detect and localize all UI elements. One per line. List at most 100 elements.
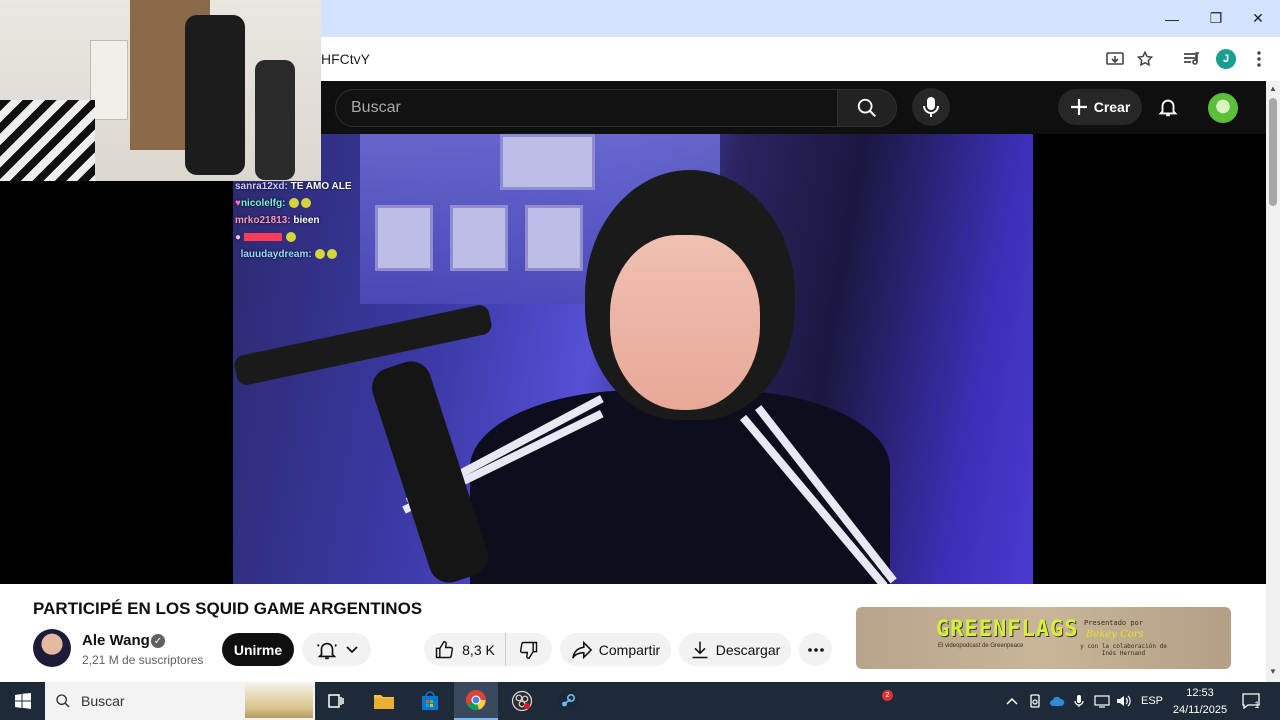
search-highlight-image [245,684,313,718]
volume-icon[interactable] [1115,690,1133,712]
network-icon[interactable] [1093,690,1111,712]
language-indicator[interactable]: ESP [1141,695,1163,707]
chrome-button[interactable] [454,682,498,720]
scroll-up-icon[interactable]: ▲ [1268,84,1278,94]
subscriber-count: 2,21 M de suscriptores [82,653,204,667]
badge-icon: ● [235,232,242,243]
webcam-drawers [90,40,128,120]
channel-avatar[interactable] [33,629,71,667]
download-label: Descargar [715,641,781,658]
emote-icon [315,249,326,260]
subscription-bell-button[interactable] [302,633,371,666]
ad-collab: y con la colaboración de Inés Hernand [1080,643,1167,657]
steam-button[interactable] [546,682,590,720]
join-button[interactable]: Unirme [222,633,294,666]
search-input[interactable]: Buscar [335,89,838,127]
voice-search-button[interactable] [912,88,950,126]
microphone-icon [923,97,939,117]
scroll-thumb[interactable] [1269,98,1277,206]
chat-line: ♥nicolelfg: [235,195,405,212]
store-button[interactable] [408,682,452,720]
profile-initial: J [1222,53,1230,65]
channel-name[interactable]: Ale Wang [82,632,150,649]
share-button[interactable]: Compartir [560,633,671,666]
chat-user-redacted [243,233,282,242]
close-icon: ✕ [1252,10,1264,26]
account-avatar[interactable] [1208,93,1238,123]
notifications-button[interactable] [1156,95,1180,119]
emote-icon [285,232,296,243]
chat-user: mrko21813: [235,215,291,226]
more-horizontal-icon [807,647,824,652]
tray-badge: 2 [882,690,893,701]
dislike-button[interactable] [506,633,552,666]
award-plaque [500,134,595,190]
task-view-button[interactable] [314,682,358,720]
emote-icon [327,249,338,260]
thumbs-up-icon [435,640,454,658]
search-button[interactable] [837,89,897,127]
notification-center-button[interactable]: 1 [1238,688,1264,714]
chat-message: TE AMO ALE [290,181,352,192]
store-icon [422,691,438,710]
chat-user: sanra12xd: [235,181,288,192]
media-control-icon[interactable] [1180,47,1204,71]
minimize-icon: — [1165,10,1179,27]
url-text[interactable]: HFCtvY [321,51,370,67]
like-count: 8,3 K [462,641,495,658]
obs-button[interactable] [500,682,544,720]
share-label: Compartir [598,641,661,658]
video-title: PARTICIPÉ EN LOS SQUID GAME ARGENTINOS [33,599,423,618]
task-view-icon [328,694,344,708]
download-icon [692,641,708,658]
microphone-tray-icon[interactable] [1070,690,1088,712]
create-label: Crear [1093,99,1131,115]
windows-logo-icon [15,693,31,709]
emote-icon [289,198,300,209]
plus-icon [1070,99,1087,115]
webcam-bed [0,100,95,181]
minimize-button[interactable]: — [1150,0,1194,37]
chat-line: mrko21813: bieen [235,212,405,229]
clock-time[interactable]: 12:53 [1172,687,1228,699]
like-dislike-group: 8,3 K [424,633,552,666]
live-chat-overlay: sanra12xd: TE AMO ALE ♥nicolelfg: mrko21… [235,170,405,263]
clock-date[interactable]: 24/11/2025 [1170,704,1230,716]
onedrive-icon[interactable] [1048,690,1066,712]
tray-app-icon[interactable] [1026,690,1044,712]
file-explorer-button[interactable] [362,682,406,720]
ad-sponsor: Bekey Cors [1086,629,1144,640]
person-face [610,235,760,410]
tray-chevron-up-icon[interactable] [1003,690,1021,712]
browser-menu-icon[interactable] [1247,47,1271,71]
ad-subtitle: El videopodcast de Greenpeace [938,643,1024,649]
bookmark-star-icon[interactable] [1133,47,1157,71]
award-plaque [450,205,508,271]
search-icon [56,694,70,708]
restore-button[interactable]: ❐ [1194,0,1238,37]
like-button[interactable]: 8,3 K [424,633,506,666]
chat-user: lauudaydream: [240,249,312,260]
more-actions-button[interactable] [799,633,832,666]
chat-line: lauudaydream: [235,246,405,263]
webcam-gaming-chair [185,15,245,175]
scroll-down-icon[interactable]: ▼ [1268,667,1278,677]
create-button[interactable]: Crear [1058,89,1142,125]
bell-ring-icon [316,642,337,659]
ad-banner[interactable]: GREENFLAGS El videopodcast de Greenpeace… [856,607,1231,669]
chat-line: ● [235,229,405,246]
thumbs-down-icon [519,641,538,659]
search-icon [857,98,876,117]
webcam-overlay [0,0,321,181]
ad-presented: Presentado por [1084,619,1144,627]
install-app-icon[interactable] [1103,47,1127,71]
join-label: Unirme [233,641,283,658]
profile-avatar[interactable]: J [1216,49,1236,69]
download-button[interactable]: Descargar [679,633,791,666]
close-button[interactable]: ✕ [1236,0,1280,37]
emote-icon [301,198,312,209]
start-button[interactable] [4,682,42,720]
chrome-icon [466,690,486,711]
notification-count: 1 [1254,700,1260,710]
webcam-chair-back [255,60,295,180]
